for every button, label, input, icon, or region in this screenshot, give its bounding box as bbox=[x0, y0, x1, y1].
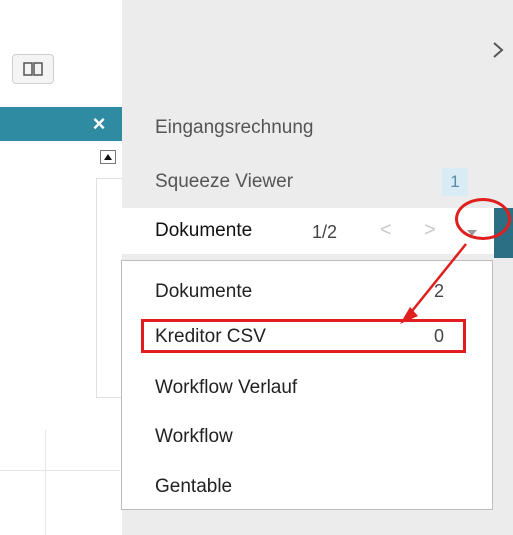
count-badge: 1 bbox=[442, 168, 468, 196]
next-button[interactable]: > bbox=[424, 219, 436, 242]
dropdown-menu: Dokumente 2 Kreditor CSV 0 Workflow Verl… bbox=[121, 260, 493, 510]
divider bbox=[0, 470, 120, 471]
close-icon[interactable]: × bbox=[84, 107, 114, 141]
dropdown-item-label: Gentable bbox=[155, 476, 233, 497]
highlight-box bbox=[141, 319, 466, 353]
highlight-circle bbox=[455, 198, 511, 240]
content-frame bbox=[96, 178, 123, 398]
dropdown-item-label: Dokumente bbox=[155, 281, 253, 302]
book-button[interactable] bbox=[12, 54, 54, 84]
dropdown-item-label: Workflow bbox=[155, 426, 233, 447]
menu-item-label: Eingangsrechnung bbox=[155, 117, 314, 138]
dropdown-item-gentable[interactable]: Gentable bbox=[122, 468, 492, 508]
left-area: × bbox=[0, 0, 123, 535]
dropdown-item-dokumente[interactable]: Dokumente 2 bbox=[122, 273, 492, 313]
book-icon bbox=[23, 62, 43, 76]
dropdown-item-workflow[interactable]: Workflow bbox=[122, 418, 492, 458]
chevron-right-icon[interactable] bbox=[490, 40, 506, 60]
menu-item-eingangsrechnung[interactable]: Eingangsrechnung bbox=[155, 117, 313, 139]
tab-label: Dokumente bbox=[155, 220, 253, 241]
tab-dokumente[interactable]: Dokumente 1/2 < > bbox=[122, 208, 494, 254]
menu-item-label: Squeeze Viewer bbox=[155, 171, 294, 192]
scroll-up-icon[interactable] bbox=[100, 150, 116, 164]
divider bbox=[45, 430, 46, 535]
dropdown-item-label: Workflow Verlauf bbox=[155, 377, 298, 398]
dropdown-item-count: 2 bbox=[434, 281, 445, 301]
page-indicator: 1/2 bbox=[312, 222, 338, 242]
dropdown-item-workflow-verlauf[interactable]: Workflow Verlauf bbox=[122, 369, 492, 409]
prev-button[interactable]: < bbox=[380, 219, 392, 242]
menu-item-squeeze-viewer[interactable]: Squeeze Viewer bbox=[155, 171, 293, 193]
